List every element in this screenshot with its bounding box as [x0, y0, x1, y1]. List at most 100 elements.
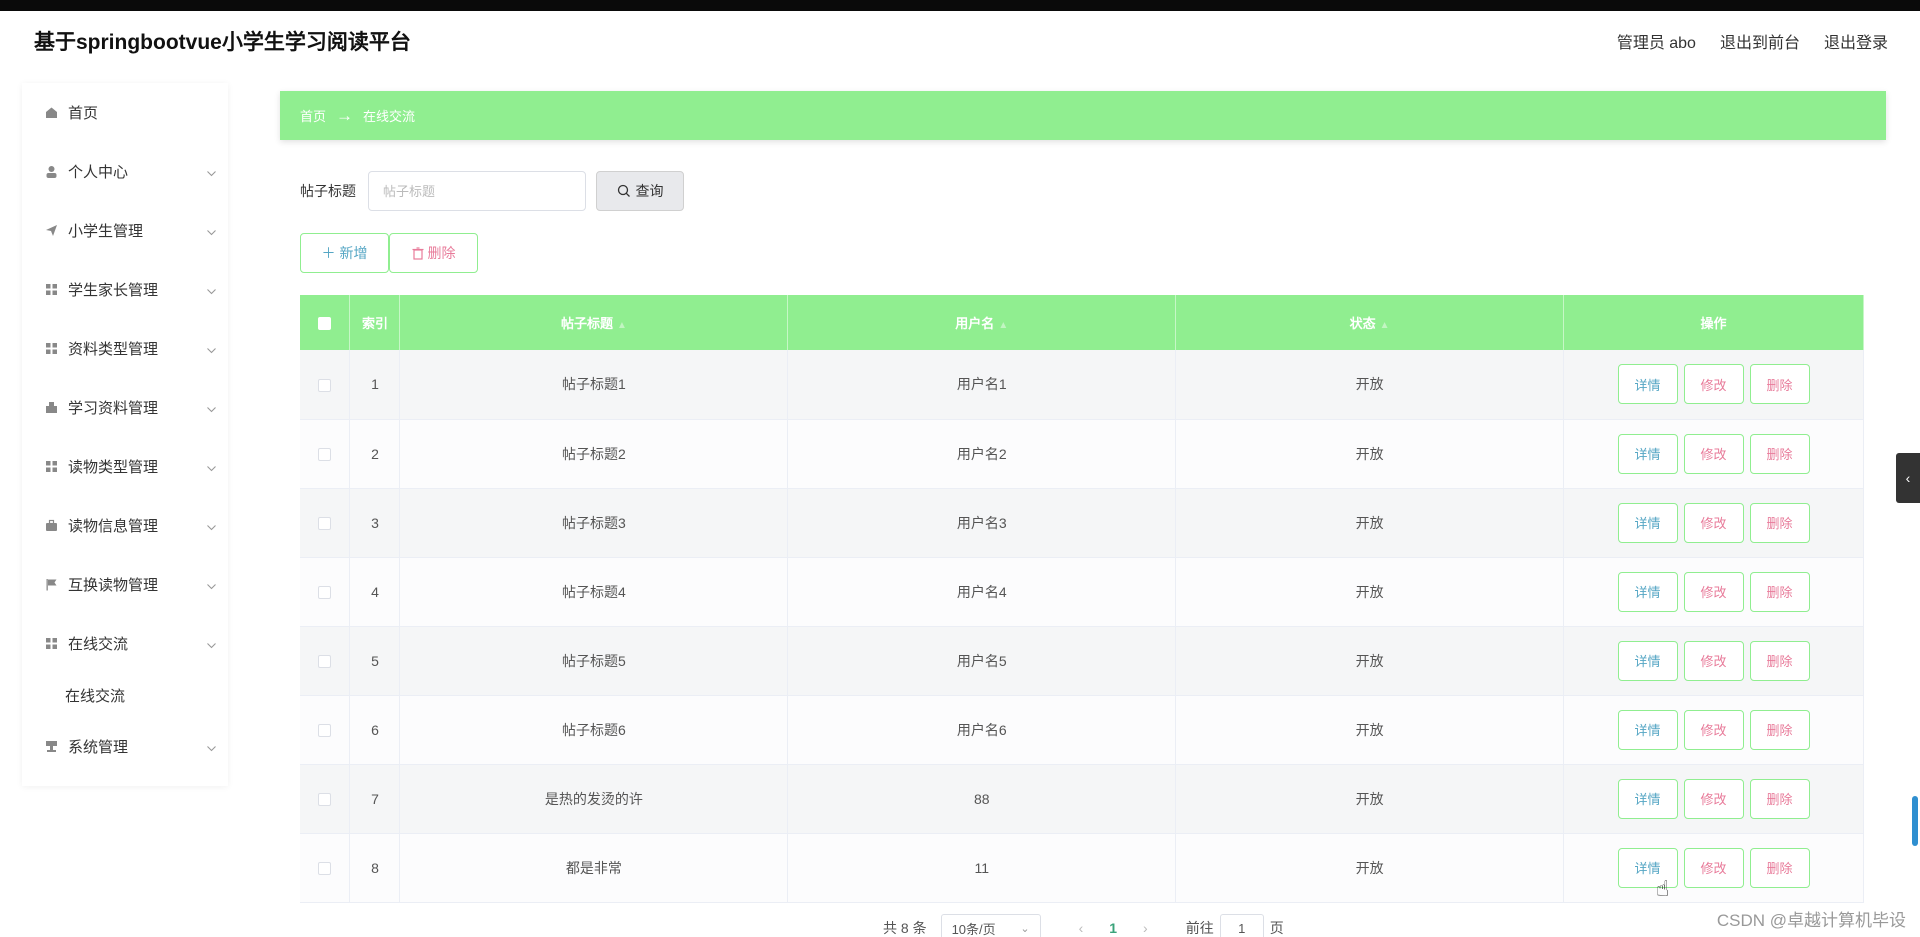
add-button-label: 新增 [339, 245, 368, 261]
stamp-icon [44, 740, 58, 754]
logout-link[interactable]: 退出登录 [1824, 29, 1888, 53]
row-checkbox[interactable] [318, 448, 332, 462]
cell-status: 开放 [1175, 764, 1565, 834]
edit-button[interactable]: 修改 [1683, 778, 1744, 819]
sidebar-item-system[interactable]: 系统管理 [22, 717, 228, 776]
row-checkbox[interactable] [318, 862, 332, 876]
row-checkbox[interactable] [318, 586, 332, 600]
page-size-select[interactable]: 10条/页 ⌄ [940, 914, 1041, 937]
row-checkbox[interactable] [318, 379, 332, 393]
row-delete-button[interactable]: 删除 [1749, 847, 1810, 888]
goto-page-input[interactable]: 1 [1219, 914, 1264, 937]
detail-button[interactable]: 详情 [1617, 433, 1678, 474]
sidebar-item-6[interactable]: 读物类型管理 [22, 437, 228, 496]
col-username[interactable]: 用户名 ▲ [787, 295, 1177, 350]
search-button[interactable]: 查询 [596, 171, 684, 211]
row-delete-button[interactable]: 删除 [1749, 502, 1810, 543]
header-actions: 管理员 abo 退出到前台 退出登录 [1617, 29, 1888, 53]
detail-button[interactable]: 详情 [1617, 709, 1678, 750]
chevron-down-icon [207, 223, 216, 240]
page-number-current[interactable]: 1 [1109, 920, 1117, 936]
col-status[interactable]: 状态 ▲ [1175, 295, 1565, 350]
collapse-panel-tab[interactable]: ‹ [1896, 453, 1920, 503]
sidebar-item-9[interactable]: 在线交流 [22, 614, 228, 673]
scrollbar-thumb[interactable] [1912, 796, 1918, 846]
breadcrumb-home[interactable]: 首页 [300, 106, 326, 125]
edit-button[interactable]: 修改 [1683, 571, 1744, 612]
detail-button[interactable]: 详情 [1617, 364, 1678, 405]
sort-icon: ▲ [1379, 320, 1390, 331]
row-checkbox[interactable] [318, 793, 332, 807]
cell-actions: 详情 修改 删除 [1563, 626, 1864, 696]
sidebar-item-4[interactable]: 资料类型管理 [22, 319, 228, 378]
sidebar-item-label: 在线交流 [68, 636, 129, 653]
sidebar-item-label: 读物类型管理 [68, 459, 159, 476]
hand-cursor-icon: ☝ [1656, 876, 1670, 901]
batch-delete-button[interactable]: 删除 [389, 233, 478, 273]
building-icon [44, 401, 58, 415]
detail-button[interactable]: 详情 [1617, 640, 1678, 681]
cell-username: 用户名5 [787, 626, 1177, 696]
table-row: 1 帖子标题1 用户名1 开放 详情 修改 删除 [300, 350, 1864, 420]
chevron-down-icon [207, 400, 216, 417]
sidebar-item-8[interactable]: 互换读物管理 [22, 555, 228, 614]
search-bar: 帖子标题 查询 [300, 171, 684, 211]
cell-status: 开放 [1175, 557, 1565, 627]
row-checkbox[interactable] [318, 517, 332, 531]
row-delete-button[interactable]: 删除 [1749, 640, 1810, 681]
edit-button[interactable]: 修改 [1683, 364, 1744, 405]
cell-status: 开放 [1175, 350, 1565, 420]
sidebar-item-2[interactable]: 小学生管理 [22, 201, 228, 260]
col-title[interactable]: 帖子标题 ▲ [399, 295, 789, 350]
cell-title: 帖子标题2 [399, 419, 789, 489]
edit-button[interactable]: 修改 [1683, 709, 1744, 750]
current-user: 管理员 abo [1616, 35, 1696, 52]
detail-button[interactable]: 详情 [1617, 502, 1678, 543]
sidebar-item-1[interactable]: 个人中心 [22, 142, 228, 201]
row-select-cell [300, 695, 351, 765]
edit-button[interactable]: 修改 [1683, 847, 1744, 888]
edit-button[interactable]: 修改 [1683, 640, 1744, 681]
row-checkbox[interactable] [318, 724, 332, 738]
edit-button[interactable]: 修改 [1683, 433, 1744, 474]
cell-index: 8 [349, 833, 401, 903]
row-delete-button[interactable]: 删除 [1749, 364, 1810, 405]
table-row: 2 帖子标题2 用户名2 开放 详情 修改 删除 [300, 419, 1864, 489]
search-label: 帖子标题 [300, 183, 356, 199]
detail-button[interactable]: 详情 [1617, 778, 1678, 819]
add-button[interactable]: ＋ 新增 [300, 233, 389, 273]
row-delete-button[interactable]: 删除 [1749, 778, 1810, 819]
flag-icon [44, 578, 58, 592]
prev-page-icon[interactable]: ‹ [1079, 920, 1084, 936]
chevron-down-icon [207, 459, 216, 476]
search-input[interactable] [368, 171, 586, 211]
row-delete-button[interactable]: 删除 [1749, 709, 1810, 750]
detail-button[interactable]: 详情 [1617, 571, 1678, 612]
search-icon [617, 184, 630, 197]
next-page-icon[interactable]: › [1143, 920, 1148, 936]
edit-button[interactable]: 修改 [1683, 502, 1744, 543]
cell-index: 1 [349, 350, 401, 420]
sidebar-item-3[interactable]: 学生家长管理 [22, 260, 228, 319]
select-all-checkbox[interactable] [318, 317, 332, 331]
page-scrollbar[interactable] [1908, 71, 1920, 937]
app-title: 基于springbootvue小学生学习阅读平台 [34, 31, 411, 54]
sidebar-item-7[interactable]: 读物信息管理 [22, 496, 228, 555]
briefcase-icon [44, 519, 58, 533]
row-delete-button[interactable]: 删除 [1749, 433, 1810, 474]
table-row: 3 帖子标题3 用户名3 开放 详情 修改 删除 [300, 488, 1864, 558]
page-size-value: 10条/页 [951, 921, 996, 937]
cell-username: 用户名1 [787, 350, 1177, 420]
cell-username: 用户名6 [787, 695, 1177, 765]
row-delete-button[interactable]: 删除 [1749, 571, 1810, 612]
sidebar-subitem-online-chat[interactable]: 在线交流 [22, 673, 228, 717]
sidebar-item-0[interactable]: 首页 [22, 83, 228, 142]
row-checkbox[interactable] [318, 655, 332, 669]
sidebar-item-label: 学习资料管理 [68, 400, 159, 417]
exit-to-front-link[interactable]: 退出到前台 [1720, 29, 1800, 53]
send-icon [44, 224, 58, 238]
sidebar-item-5[interactable]: 学习资料管理 [22, 378, 228, 437]
header: 基于springbootvue小学生学习阅读平台 管理员 abo 退出到前台 退… [0, 11, 1920, 71]
plus-icon: ＋ [321, 245, 336, 261]
table-row: 7 是热的发烫的许 88 开放 详情 修改 删除 [300, 764, 1864, 834]
